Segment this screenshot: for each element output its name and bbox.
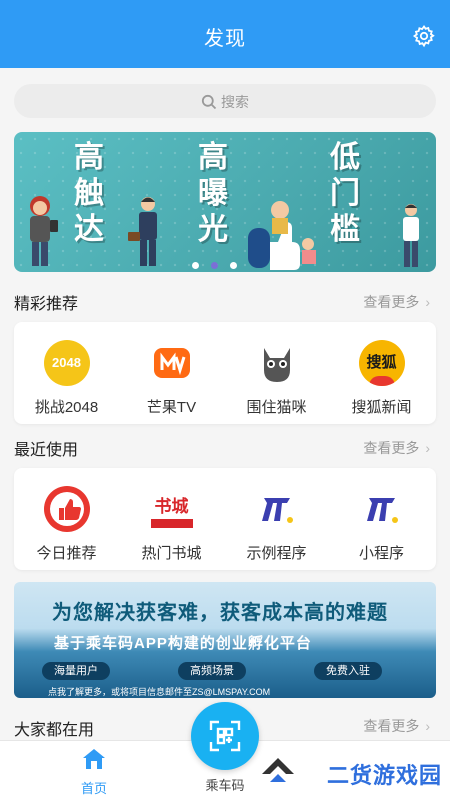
- 2048-icon: 2048: [43, 340, 90, 386]
- carousel-dots[interactable]: [192, 256, 249, 272]
- standing-person-illustration: [403, 204, 419, 267]
- nav-ride-code-label: 乘车码: [205, 778, 245, 793]
- chevron-right-icon: ›: [425, 718, 430, 734]
- search-icon: [201, 94, 217, 110]
- banner-text-low-threshold: 低门槛: [330, 141, 360, 246]
- popular-section-title: 大家都在用: [14, 722, 95, 739]
- bookstore-icon: 书城: [148, 486, 195, 532]
- mini-program-icon: [358, 486, 405, 532]
- mango-tv-icon: [148, 340, 195, 386]
- promo-banner-carousel[interactable]: 高触达 高曝光 低门槛: [14, 132, 436, 272]
- app-hot-bookstore[interactable]: 书城 热门书城: [119, 486, 224, 563]
- app-label: 围住猫咪: [246, 399, 307, 416]
- app-label: 热门书城: [141, 545, 202, 562]
- banner-text-high-reach: 高触达: [74, 141, 104, 246]
- app-label: 示例程序: [246, 545, 307, 562]
- chevron-right-icon: ›: [425, 294, 430, 310]
- app-2048[interactable]: 2048 挑战2048: [14, 340, 119, 417]
- sohu-icon: 搜狐: [358, 340, 405, 386]
- app-label: 芒果TV: [146, 399, 197, 416]
- recent-apps-card: 今日推荐 书城 热门书城 示例程序 小程序: [14, 468, 436, 570]
- app-mango-tv[interactable]: 芒果TV: [119, 340, 224, 417]
- app-surround-cat[interactable]: 围住猫咪: [224, 340, 329, 417]
- app-label: 搜狐新闻: [351, 399, 412, 416]
- popular-more-link[interactable]: 查看更多 ›: [363, 716, 430, 736]
- featured-apps-card: 2048 挑战2048 芒果TV 围住猫咪 搜狐 搜狐新闻: [14, 322, 436, 424]
- thumbs-up-illustration: [248, 201, 316, 270]
- page-title: 发现: [204, 28, 246, 50]
- incubator-ad-banner[interactable]: 为您解决获客难，获客成本高的难题 基于乘车码APP构建的创业孵化平台 海量用户 …: [14, 582, 436, 698]
- app-today-recommend[interactable]: 今日推荐: [14, 486, 119, 563]
- banner-pill: 高频场景: [178, 662, 246, 680]
- top-bar: 发现: [0, 0, 450, 68]
- app-sohu-news[interactable]: 搜狐 搜狐新闻: [329, 340, 434, 417]
- scan-ride-code-button[interactable]: [191, 702, 259, 770]
- thumbs-up-icon: [43, 486, 90, 532]
- person-illustration: [30, 196, 58, 266]
- nav-home-label: 首页: [80, 781, 107, 796]
- search-input[interactable]: 搜索: [14, 84, 436, 118]
- featured-more-link[interactable]: 查看更多 ›: [363, 292, 430, 312]
- app-mini-program[interactable]: 小程序: [329, 486, 434, 563]
- banner-headline: 为您解决获客难，获客成本高的难题: [52, 602, 388, 624]
- cat-icon: [253, 340, 300, 386]
- app-sample-program[interactable]: 示例程序: [224, 486, 329, 563]
- businessman-illustration: [128, 197, 157, 266]
- app-label: 挑战2048: [34, 399, 99, 416]
- chevron-right-icon: ›: [425, 440, 430, 456]
- featured-section-title: 精彩推荐: [14, 296, 79, 313]
- banner-subheadline: 基于乘车码APP构建的创业孵化平台: [54, 635, 312, 652]
- nav-ride-code[interactable]: 乘车码: [185, 775, 265, 794]
- banner-text-high-exposure: 高曝光: [198, 141, 228, 246]
- banner-pill: 海量用户: [42, 662, 110, 680]
- gear-icon[interactable]: [412, 24, 436, 48]
- app-label: 小程序: [358, 545, 404, 562]
- watermark-logo-icon: [262, 758, 294, 782]
- banner-pill: 免费入驻: [314, 662, 382, 680]
- recent-section-title: 最近使用: [14, 442, 79, 459]
- qr-scan-icon: [209, 720, 241, 752]
- home-icon: [83, 749, 105, 769]
- mini-program-icon: [253, 486, 300, 532]
- app-label: 今日推荐: [36, 545, 97, 562]
- nav-home[interactable]: 首页: [54, 747, 134, 797]
- search-placeholder: 搜索: [221, 94, 249, 110]
- banner-cta-text: 点我了解更多，或将项目信息邮件至ZS@LMSPAY.COM: [48, 687, 271, 697]
- watermark-text: 二货游戏园: [326, 763, 442, 788]
- recent-more-link[interactable]: 查看更多 ›: [363, 438, 430, 458]
